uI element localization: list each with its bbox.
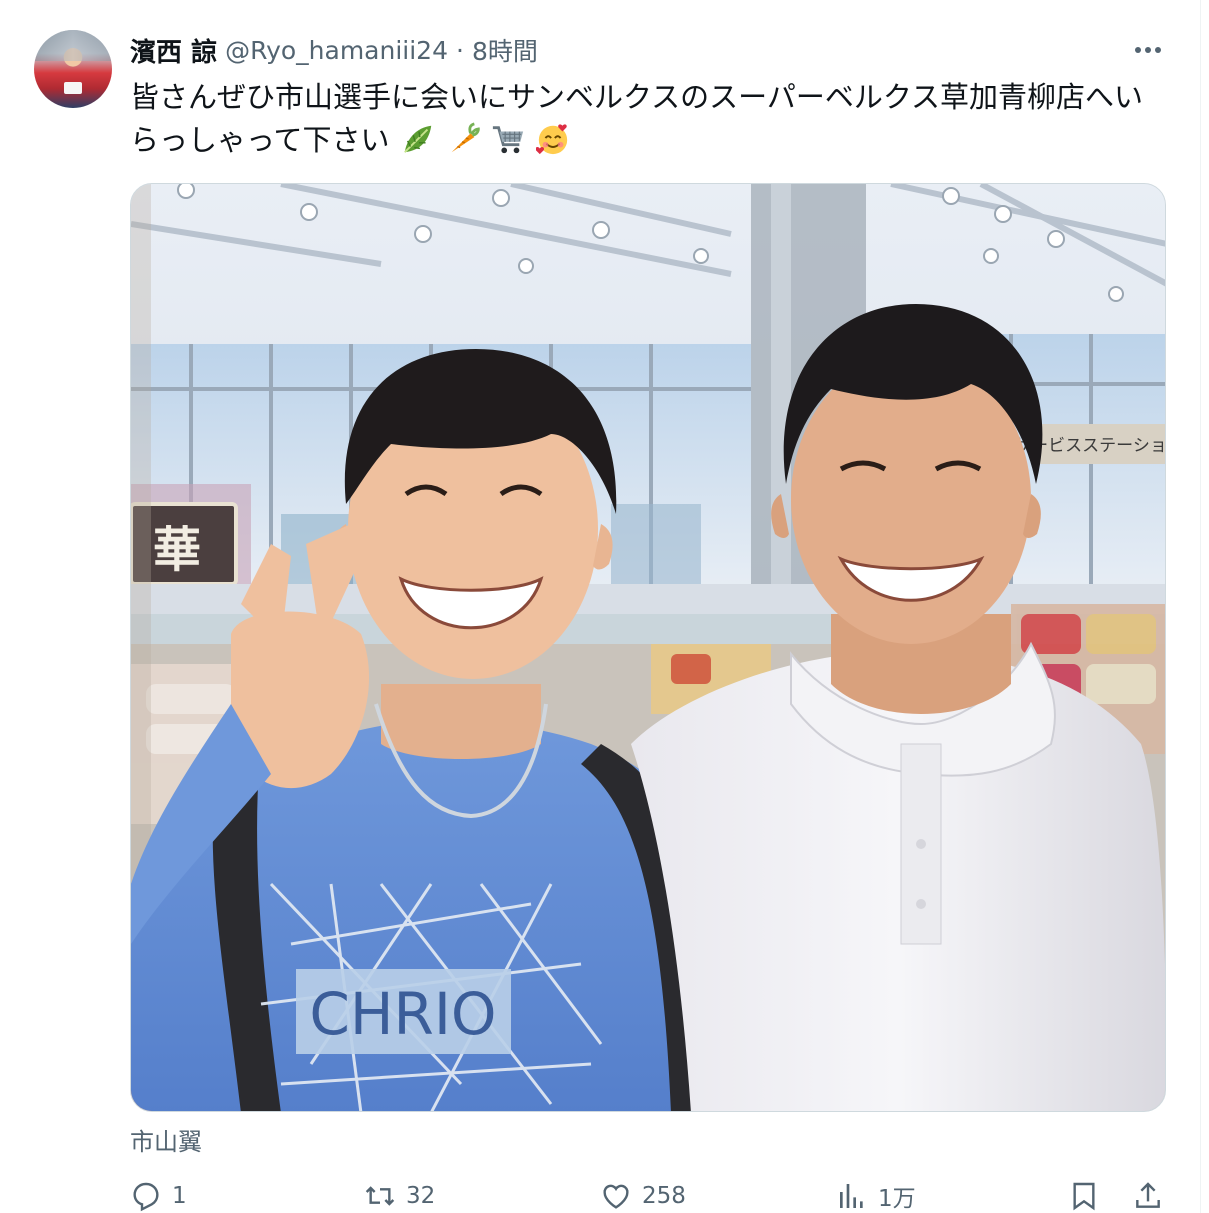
tweet[interactable]: 濱西 諒 @Ryo_hamaniii24 · 8時間 皆さんぜひ市山選手に会いに… <box>0 0 1200 1213</box>
share-icon <box>1136 1182 1160 1208</box>
retweet-icon <box>365 1186 395 1206</box>
leafy-green-icon <box>403 125 432 153</box>
shopping-cart-icon <box>493 126 524 154</box>
tweet-text: 皆さんぜひ市山選手に会いにサンベルクスのスーパーベルクス草加青柳店へいらっしゃっ… <box>130 76 1170 162</box>
more-dot-icon <box>1135 47 1141 53</box>
retweet-button[interactable]: 32 <box>364 1176 435 1213</box>
like-count: 258 <box>642 1183 686 1209</box>
photo-tag-label: 市山翼 <box>130 1128 202 1156</box>
store-sign-text: 華 <box>153 522 201 578</box>
timeline-border <box>1200 0 1201 1213</box>
shirt-print-text: CHRIO <box>309 980 496 1048</box>
more-dot-icon <box>1155 47 1161 53</box>
bookmark-button[interactable] <box>1068 1176 1100 1213</box>
tweet-text-content: 皆さんぜひ市山選手に会いにサンベルクスのスーパーベルクス草加青柳店へいらっしゃっ… <box>130 80 1143 157</box>
display-name[interactable]: 濱西 諒 <box>130 32 217 69</box>
avatar-race-bib <box>64 82 82 94</box>
tweet-header: 濱西 諒 @Ryo_hamaniii24 · 8時間 <box>130 32 538 68</box>
photo-supermarket-two-men: サービスステーション 華 <box>131 184 1165 1111</box>
reply-count: 1 <box>172 1183 187 1209</box>
photo-tag[interactable]: 市山翼 <box>130 1122 202 1157</box>
views-button[interactable]: 1万 <box>836 1176 916 1213</box>
tweet-photo[interactable]: サービスステーション 華 <box>130 183 1166 1112</box>
action-bar: 1 32 258 1万 <box>130 1176 1170 1213</box>
more-dot-icon <box>1145 47 1151 53</box>
separator-dot: · <box>456 35 464 65</box>
avatar-background <box>34 30 112 62</box>
analytics-icon <box>840 1184 863 1208</box>
share-button[interactable] <box>1132 1176 1164 1213</box>
timestamp[interactable]: 8時間 <box>472 32 538 68</box>
retweet-count: 32 <box>406 1183 436 1209</box>
bookmark-icon <box>1073 1182 1095 1211</box>
reply-icon <box>133 1182 159 1212</box>
like-button[interactable]: 258 <box>600 1176 686 1213</box>
heart-icon <box>603 1184 629 1209</box>
smiling-face-with-hearts-icon <box>536 124 568 155</box>
carrot-icon <box>451 122 480 153</box>
avatar[interactable] <box>34 30 112 108</box>
user-handle[interactable]: @Ryo_hamaniii24 <box>225 36 448 65</box>
reply-button[interactable]: 1 <box>130 1176 187 1213</box>
view-count: 1万 <box>878 1186 916 1212</box>
more-options-button[interactable] <box>1130 36 1166 64</box>
